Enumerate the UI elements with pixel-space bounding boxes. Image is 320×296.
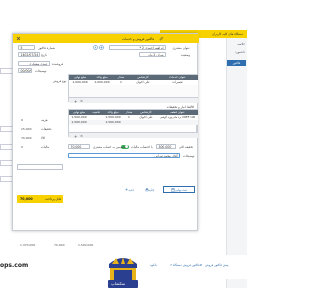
print-button[interactable]: چاپ — [141, 186, 159, 193]
background-row-value: 1,500,000 — [78, 243, 94, 247]
background-title: دستگاه های کلیه کاربران — [212, 32, 243, 36]
summary-label: کالا — [41, 136, 46, 140]
summary-label: هزینه — [41, 118, 48, 122]
seller-field[interactable]: عهدی مشکری — [18, 61, 50, 66]
dialog-title: فاکتور فروش و خدمات — [122, 36, 154, 41]
watermark-brand: نمکشاپ — [111, 281, 126, 286]
status-label: وضعیت — [180, 53, 190, 57]
tax-label: با احتساب مالیات — [131, 145, 153, 149]
background-row-value: 1,370,000 — [20, 243, 36, 247]
download-link[interactable]: دانلود — [150, 263, 157, 267]
sidebar-item[interactable]: داشبورد — [235, 50, 245, 54]
new-button-label: جدید — [128, 187, 135, 192]
left-input-field[interactable] — [17, 164, 63, 170]
close-row-icon[interactable]: × — [80, 99, 83, 103]
search-icon[interactable] — [93, 45, 98, 50]
date-field[interactable]: 1402/07/24 — [18, 52, 40, 57]
sell-currency-label: نوع فروش — [53, 79, 67, 83]
add-customer-icon[interactable] — [99, 45, 104, 50]
sidebar-item[interactable]: خلاصه — [237, 42, 245, 46]
goods-summary-unit: 1,500,000 — [105, 120, 121, 124]
goods-summary-total: 1,500,000 — [71, 120, 87, 124]
summary-label: تخفیفات — [41, 127, 52, 131]
summary-label: مالیات — [41, 145, 50, 149]
services-table: مبلغ نهایی مبلغ واحد مقدار کارشناس عنوان… — [68, 74, 198, 104]
goods-table: مبلغ نهایی تخفیف مبلغ واحد مقدار کارشناس… — [68, 109, 198, 139]
services-footer: + × — [69, 97, 198, 104]
invoice-dialog: فاکتور فروش و خدمات شماره فاکتور 5 عنوان… — [12, 33, 199, 231]
final-field[interactable]: 70,000 — [68, 144, 90, 149]
watermark-logo: نمکشاپ — [105, 254, 141, 292]
shop-logo-icon — [108, 257, 138, 288]
add-row-icon[interactable]: + — [74, 99, 77, 104]
summary-value: 0 — [21, 118, 23, 122]
sidebar-item-label: فاکتور — [232, 61, 241, 65]
invoice-no-label: شماره فاکتور — [38, 46, 55, 50]
misc-label: توضیحات — [35, 69, 47, 73]
seller-label: فروشنده — [52, 62, 64, 66]
summary-value: 70,000 — [21, 136, 32, 140]
summary-value: 15,000 — [21, 127, 32, 131]
background-row: 1,370,000 70,000 1,500,000 — [20, 243, 220, 249]
notes-field[interactable]: آقای محمد تهرانی — [68, 153, 180, 158]
goods-summary-row: 1,500,000 1,500,000 — [69, 120, 198, 125]
invoice-link[interactable]: فاکتور فروش دستگاه 7# — [170, 263, 202, 267]
tax-toggle-label: تخصیص به حساب مشتری — [93, 145, 126, 149]
payable-label: قابل پرداخت — [45, 197, 61, 202]
edit-icon[interactable] — [159, 36, 164, 41]
save-button[interactable]: ثبت نهایی — [163, 186, 195, 193]
discount-field[interactable]: 300,000 — [156, 144, 176, 149]
background-sidebar: خلاصه داشبورد فاکتور — [226, 38, 247, 288]
discount-label: تخفیف کلی — [179, 145, 194, 149]
watermark-site: ops.com — [0, 262, 29, 269]
customer-label: عنوان مشتری — [172, 46, 190, 50]
print-button-label: چاپ — [148, 187, 155, 192]
customer-field[interactable]: * 2 ابراهیم احمدی — [109, 45, 166, 50]
pre-invoice-link[interactable]: پیش فاکتور فروش — [205, 263, 228, 267]
summary-value: 0 — [21, 145, 23, 149]
invoice-no-field[interactable]: 5 — [18, 45, 35, 50]
add-goods-row-icon[interactable]: + — [74, 134, 77, 139]
status-field[interactable]: تهران 2 وان — [139, 52, 166, 57]
close-icon[interactable] — [16, 36, 21, 41]
close-goods-row-icon[interactable]: × — [80, 134, 83, 138]
sidebar-item-active[interactable]: فاکتور — [227, 60, 246, 66]
payable-value: 70,000 — [20, 197, 33, 202]
save-button-label: ثبت نهایی — [174, 187, 188, 192]
new-button[interactable]: + جدید — [121, 186, 139, 193]
payable-box: 70,000 قابل پرداخت — [17, 195, 63, 203]
misc-field[interactable]: 00/00/0 — [18, 68, 32, 73]
goods-footer: + × — [69, 132, 198, 139]
table-row-empty[interactable] — [69, 85, 198, 97]
background-row-value: 70,000 — [54, 243, 65, 247]
dialog-title-bar: فاکتور فروش و خدمات — [13, 34, 199, 43]
notes-label: توضیحات — [183, 154, 195, 158]
date-label: تاریخ — [41, 53, 47, 57]
